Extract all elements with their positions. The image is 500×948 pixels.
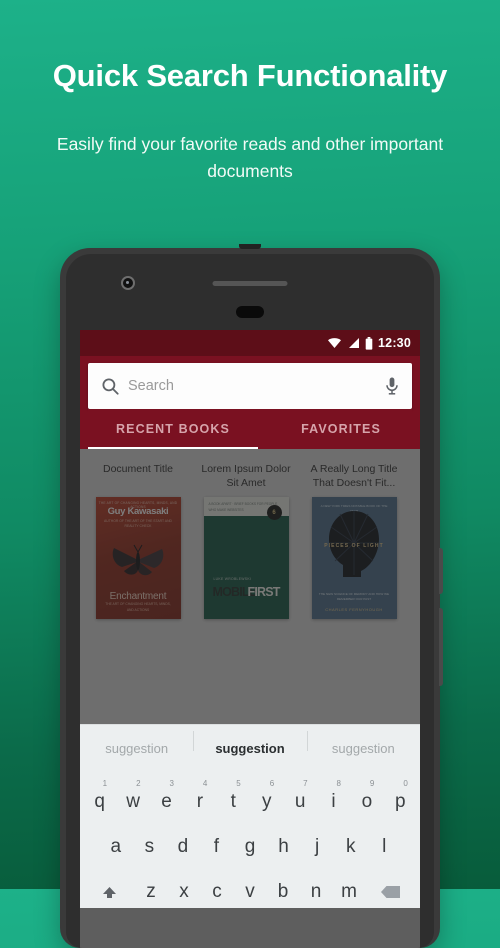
key-b[interactable]: b <box>267 870 300 908</box>
key-num: 8 <box>336 779 341 788</box>
key-t[interactable]: 5t <box>217 779 250 818</box>
key-e[interactable]: 3e <box>150 779 183 818</box>
key-o[interactable]: 9o <box>350 779 383 818</box>
key-label: q <box>94 791 105 812</box>
search-input[interactable]: Search <box>101 378 379 394</box>
on-screen-keyboard: 1q 2w 3e 4r 5t 6y 7u 8i 9o 0p a s d f g <box>80 771 420 908</box>
key-label: y <box>261 791 272 812</box>
shift-icon[interactable] <box>85 873 135 906</box>
key-label: r <box>196 791 204 812</box>
suggestion-bar: suggestion suggestion suggestion <box>80 724 420 771</box>
key-z[interactable]: z <box>135 870 168 908</box>
earpiece-speaker <box>212 281 288 286</box>
suggestion-item-1[interactable]: suggestion <box>80 741 193 756</box>
page-title: Quick Search Functionality <box>52 58 448 93</box>
page-subtitle: Easily find your favorite reads and othe… <box>56 133 444 181</box>
key-s[interactable]: s <box>133 825 167 863</box>
key-num: 6 <box>269 779 275 788</box>
key-u[interactable]: 7u <box>283 779 316 818</box>
key-label: p <box>395 791 406 812</box>
key-a[interactable]: a <box>99 825 133 863</box>
key-m[interactable]: m <box>333 870 366 908</box>
volume-button[interactable] <box>439 608 443 686</box>
key-label: o <box>361 791 373 812</box>
keyboard-row-1: 1q 2w 3e 4r 5t 6y 7u 8i 9o 0p <box>83 779 417 818</box>
status-bar: 12:30 <box>80 330 420 356</box>
key-i[interactable]: 8i <box>317 779 350 818</box>
key-c[interactable]: c <box>201 870 234 908</box>
key-j[interactable]: j <box>300 825 334 863</box>
phone-body: 12:30 Search RECENT BOOKS FAVORITES sugg… <box>66 254 434 948</box>
key-num: 9 <box>369 779 375 788</box>
phone-screen: 12:30 Search RECENT BOOKS FAVORITES sugg… <box>80 330 420 948</box>
key-h[interactable]: h <box>267 825 301 863</box>
key-q[interactable]: 1q <box>83 779 116 818</box>
key-num: 5 <box>236 779 241 788</box>
book-list-area: Document Title THE ART OF CHANGING HEART… <box>80 449 420 724</box>
key-num: 3 <box>169 779 174 788</box>
search-icon[interactable] <box>101 377 120 396</box>
wifi-icon <box>328 338 342 348</box>
tab-recent-books[interactable]: RECENT BOOKS <box>88 422 258 436</box>
key-num: 4 <box>202 779 208 788</box>
key-d[interactable]: d <box>166 825 200 863</box>
microphone-icon[interactable] <box>385 376 399 396</box>
keyboard-row-3: z x c v b n m <box>83 870 417 908</box>
status-bar-time: 12:30 <box>378 336 411 350</box>
app-bar: Search RECENT BOOKS FAVORITES D <box>80 356 420 449</box>
key-x[interactable]: x <box>168 870 201 908</box>
key-label: u <box>294 791 306 812</box>
dim-overlay[interactable] <box>80 449 420 724</box>
proximity-sensor <box>236 306 264 318</box>
power-button[interactable] <box>439 548 443 594</box>
key-l[interactable]: l <box>367 825 401 863</box>
key-w[interactable]: 2w <box>116 779 149 818</box>
phone-top-notch <box>239 244 261 249</box>
key-f[interactable]: f <box>200 825 234 863</box>
phone-mockup: 12:30 Search RECENT BOOKS FAVORITES sugg… <box>60 244 443 948</box>
key-y[interactable]: 6y <box>250 779 283 818</box>
front-camera-icon <box>121 276 135 290</box>
signal-icon <box>349 338 360 348</box>
key-p[interactable]: 0p <box>384 779 417 818</box>
promo-header: Quick Search Functionality Easily find y… <box>0 58 500 185</box>
backspace-icon[interactable] <box>366 873 416 906</box>
search-bar[interactable]: Search <box>88 363 412 409</box>
key-num: 1 <box>102 779 108 788</box>
suggestion-item-3[interactable]: suggestion <box>306 730 420 756</box>
key-r[interactable]: 4r <box>183 779 216 818</box>
key-label: w <box>126 791 140 812</box>
tab-bar: RECENT BOOKS FAVORITES D <box>88 409 412 449</box>
key-g[interactable]: g <box>233 825 267 863</box>
key-v[interactable]: v <box>234 870 267 908</box>
tab-favorites[interactable]: FAVORITES <box>258 422 420 436</box>
key-num: 0 <box>403 779 408 788</box>
key-label: i <box>331 791 336 812</box>
keyboard-row-2: a s d f g h j k l <box>83 825 417 863</box>
key-num: 7 <box>303 779 308 788</box>
key-k[interactable]: k <box>334 825 368 863</box>
battery-icon <box>365 336 373 350</box>
key-n[interactable]: n <box>300 870 333 908</box>
key-num: 2 <box>136 779 141 788</box>
key-label: e <box>161 791 172 812</box>
key-label: t <box>230 791 236 812</box>
suggestion-item-2[interactable]: suggestion <box>193 730 306 756</box>
